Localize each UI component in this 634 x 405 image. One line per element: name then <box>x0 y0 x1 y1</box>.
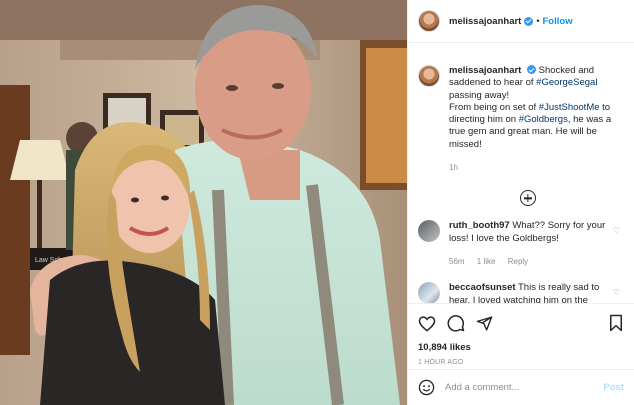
emoji-icon[interactable] <box>418 379 435 396</box>
verified-icon <box>526 65 536 74</box>
comment-username[interactable]: beccaofsunset <box>449 282 516 293</box>
comment-text: ruth_booth97 What?? Sorry for your loss!… <box>449 220 619 268</box>
caption-username[interactable]: melissajoanhart <box>449 65 521 76</box>
comment-likes[interactable]: 1 like <box>477 257 496 266</box>
caption: melissajoanhart Shocked and saddened to … <box>418 43 624 174</box>
post-detail-panel: melissajoanhart • Follow melissajoanhart… <box>407 0 634 405</box>
post-image-illustration: Law Sch <box>0 0 407 405</box>
heart-icon[interactable] <box>418 315 436 332</box>
comment-item: beccaofsunset This is really sad to hear… <box>418 282 624 303</box>
user-avatar[interactable] <box>418 10 440 32</box>
add-comment-bar: Add a comment... Post <box>408 369 634 405</box>
action-icons <box>418 312 624 334</box>
separator-dot: • <box>536 16 540 26</box>
hashtag-link[interactable]: #JustShootMe <box>539 102 600 113</box>
heart-icon[interactable]: ♡ <box>613 288 620 297</box>
header-username[interactable]: melissajoanhart <box>449 16 521 27</box>
post-header: melissajoanhart • Follow <box>408 0 634 43</box>
add-comments-icon[interactable] <box>520 190 536 207</box>
bookmark-icon[interactable] <box>608 314 624 332</box>
comment-input[interactable]: Add a comment... <box>445 382 603 393</box>
post-timestamp[interactable]: 1 HOUR AGO <box>418 359 624 366</box>
post-button[interactable]: Post <box>603 382 624 393</box>
comment-avatar[interactable] <box>418 220 440 243</box>
caption-text-part: passing away! <box>449 89 510 101</box>
share-icon[interactable] <box>476 315 493 332</box>
follow-button[interactable]: Follow <box>543 16 573 27</box>
verified-icon <box>524 16 534 26</box>
comment-time[interactable]: 56m <box>449 257 465 266</box>
heart-icon[interactable]: ♡ <box>613 226 620 235</box>
hashtag-link[interactable]: #Goldbergs <box>519 114 568 125</box>
hashtag-link[interactable]: #GeorgeSegal <box>536 77 597 88</box>
post-photo[interactable]: Law Sch <box>0 0 407 405</box>
comment-text: beccaofsunset This is really sad to hear… <box>449 282 619 303</box>
caption-time[interactable]: 1h <box>449 163 458 172</box>
comments-list[interactable]: melissajoanhart Shocked and saddened to … <box>408 43 634 303</box>
caption-text: melissajoanhart Shocked and saddened to … <box>449 65 619 174</box>
comment-avatar[interactable] <box>418 282 440 303</box>
caption-meta: 1h <box>449 162 619 174</box>
reply-button[interactable]: Reply <box>508 257 528 266</box>
caption-avatar[interactable] <box>418 65 440 87</box>
post-actions: 10,894 likes 1 HOUR AGO <box>408 303 634 366</box>
comment-username[interactable]: ruth_booth97 <box>449 220 510 231</box>
comment-item: ruth_booth97 What?? Sorry for your loss!… <box>418 220 624 268</box>
comment-icon[interactable] <box>447 314 465 332</box>
likes-count[interactable]: 10,894 likes <box>418 342 624 353</box>
comment-meta: 56m 1 like Reply <box>449 256 619 268</box>
caption-text-part: From being on set of <box>449 101 539 113</box>
